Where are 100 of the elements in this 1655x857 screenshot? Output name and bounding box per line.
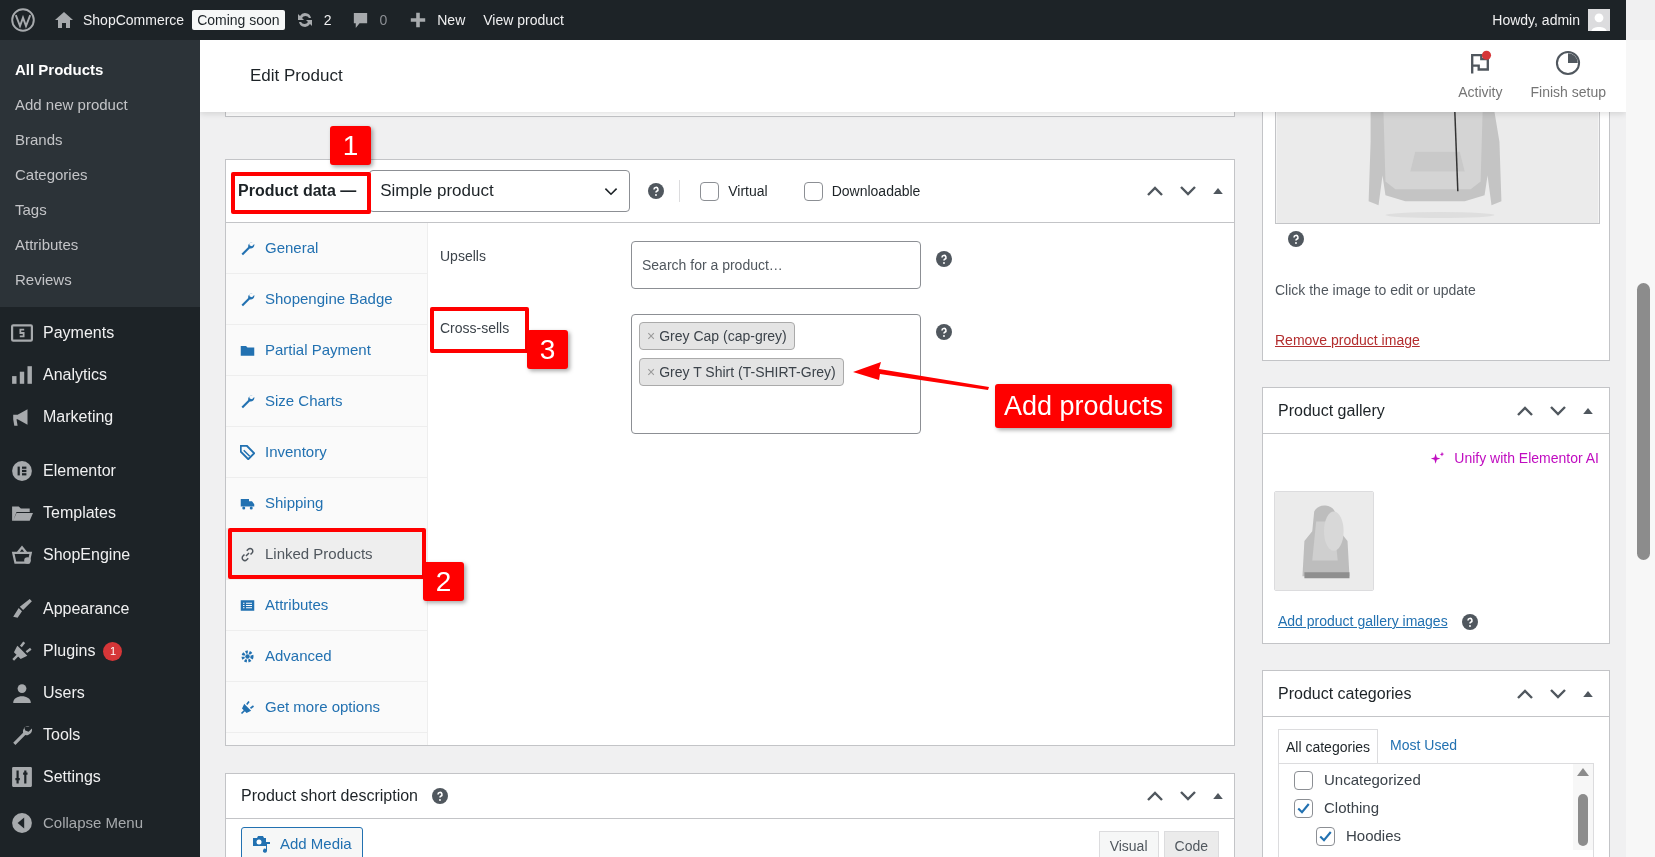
product-tag[interactable]: × Grey Cap (cap-grey) bbox=[639, 322, 795, 350]
collapse-icon bbox=[11, 812, 33, 834]
product-data-tab[interactable]: Advanced bbox=[226, 631, 427, 682]
bar-chart-icon bbox=[11, 364, 33, 386]
help-icon bbox=[936, 251, 952, 267]
checkbox[interactable] bbox=[1316, 826, 1335, 846]
updates-count: 2 bbox=[323, 10, 332, 30]
wrench-icon bbox=[240, 240, 255, 256]
product-data-tab[interactable]: General bbox=[226, 223, 427, 274]
category-label: Uncategorized bbox=[1324, 769, 1421, 790]
product-data-tab[interactable]: Inventory bbox=[226, 427, 427, 478]
add-gallery-images-link[interactable]: Add product gallery images bbox=[1278, 611, 1448, 632]
submenu-item[interactable]: Attributes bbox=[0, 227, 200, 262]
wrench-icon bbox=[240, 291, 255, 307]
help-icon bbox=[936, 324, 952, 340]
wordpress-logo-icon[interactable] bbox=[11, 8, 35, 32]
product-data-tab[interactable]: Size Charts bbox=[226, 376, 427, 427]
notification-badge: 1 bbox=[103, 641, 123, 661]
field-label: Upsells bbox=[440, 247, 487, 266]
plug-icon bbox=[240, 699, 255, 715]
submenu-item[interactable]: Reviews bbox=[0, 262, 200, 297]
tag-icon bbox=[240, 444, 255, 460]
menu-item[interactable]: Tools bbox=[0, 714, 200, 756]
search-field[interactable]: Search for a product… bbox=[631, 241, 921, 289]
new-link[interactable]: New bbox=[437, 9, 466, 31]
help-icon bbox=[648, 183, 665, 199]
product-data-tab[interactable]: Shipping bbox=[226, 478, 427, 529]
comments-count: 0 bbox=[379, 10, 388, 30]
sliders-icon bbox=[11, 766, 33, 788]
menu-item[interactable]: Appearance bbox=[0, 588, 200, 630]
coming-soon-badge: Coming soon bbox=[192, 10, 285, 30]
checkbox-label: Downloadable bbox=[831, 181, 921, 201]
add-media-button[interactable]: Add Media bbox=[241, 827, 363, 857]
step-number: 2 bbox=[423, 562, 464, 601]
step-number: 3 bbox=[527, 330, 568, 369]
gear-icon bbox=[240, 648, 255, 664]
checkbox[interactable] bbox=[1294, 770, 1313, 790]
help-icon bbox=[1288, 231, 1304, 247]
editor-tab[interactable]: Code bbox=[1163, 831, 1219, 857]
submenu-item[interactable]: Tags bbox=[0, 192, 200, 227]
submenu-item[interactable]: Brands bbox=[0, 122, 200, 157]
submenu-item[interactable]: All Products bbox=[0, 52, 200, 87]
scrollbar[interactable] bbox=[1573, 764, 1593, 850]
editor-tab[interactable]: Visual bbox=[1098, 831, 1159, 857]
elementor-ai-link[interactable]: Unify with Elementor AI bbox=[1263, 448, 1599, 469]
scrollbar[interactable] bbox=[1626, 40, 1655, 857]
brush-icon bbox=[11, 598, 33, 620]
site-name-link[interactable]: ShopCommerce bbox=[83, 9, 185, 31]
menu-item[interactable]: Plugins 1 bbox=[0, 630, 200, 672]
help-icon bbox=[1461, 613, 1478, 630]
category-label: Clothing bbox=[1324, 797, 1380, 818]
menu-item[interactable]: Analytics bbox=[0, 354, 200, 396]
payments-icon bbox=[11, 322, 33, 344]
header-action-button[interactable]: Finish setup bbox=[1530, 49, 1606, 103]
checkbox[interactable] bbox=[1294, 798, 1313, 818]
link-icon bbox=[240, 546, 255, 562]
menu-item[interactable]: Elementor bbox=[0, 450, 200, 492]
submenu-item[interactable]: Categories bbox=[0, 157, 200, 192]
checkbox-label: Virtual bbox=[728, 181, 768, 201]
checkbox[interactable] bbox=[803, 181, 823, 201]
list-icon bbox=[240, 597, 255, 613]
hint-text: Click the image to edit or update bbox=[1275, 281, 1477, 300]
menu-item[interactable]: ShopEngine bbox=[0, 534, 200, 576]
plus-icon[interactable] bbox=[409, 11, 428, 29]
category-label: Hoodies bbox=[1346, 825, 1402, 846]
menu-item[interactable]: Settings bbox=[0, 756, 200, 798]
section-title: Product categories bbox=[1278, 683, 1412, 704]
field-label: Cross-sells bbox=[440, 319, 511, 338]
view-product-link[interactable]: View product bbox=[483, 9, 564, 31]
menu-item[interactable]: Users bbox=[0, 672, 200, 714]
plug-icon bbox=[11, 640, 33, 662]
tags-field[interactable]: × Grey Cap (cap-grey) × Grey T Shirt (T-SHIRT-Grey) bbox=[631, 314, 921, 434]
header-action-button[interactable]: Activity bbox=[1458, 49, 1503, 103]
elementor-icon bbox=[11, 460, 33, 482]
product-data-tab[interactable]: Partial Payment bbox=[226, 325, 427, 376]
menu-item[interactable]: Payments bbox=[0, 312, 200, 354]
help-icon bbox=[432, 788, 448, 804]
section-title: Product data — bbox=[238, 181, 357, 201]
submenu-item[interactable]: Add new product bbox=[0, 87, 200, 122]
home-icon[interactable] bbox=[54, 10, 74, 30]
menu-item[interactable]: Templates bbox=[0, 492, 200, 534]
checkbox[interactable] bbox=[700, 181, 720, 201]
product-tag[interactable]: × Grey T Shirt (T-SHIRT-Grey) bbox=[639, 358, 844, 386]
product-data-tab[interactable]: Shopengine Badge bbox=[226, 274, 427, 325]
category-tab[interactable]: All categories bbox=[1278, 729, 1379, 764]
remove-image-link[interactable]: Remove product image bbox=[1275, 330, 1420, 351]
media-icon bbox=[252, 834, 272, 854]
section-title: Product short description bbox=[241, 786, 418, 806]
wrench-icon bbox=[11, 724, 33, 746]
greeting-link[interactable]: Howdy, admin bbox=[1492, 9, 1580, 31]
wrench-icon bbox=[240, 393, 255, 409]
callout-label: Add products bbox=[995, 384, 1173, 428]
page-title: Edit Product bbox=[250, 65, 343, 88]
menu-item[interactable]: Marketing bbox=[0, 396, 200, 438]
category-tab[interactable]: Most Used bbox=[1378, 728, 1469, 763]
product-data-tab[interactable]: Get more options bbox=[226, 682, 427, 733]
step-number: 1 bbox=[330, 126, 371, 165]
collapse-menu-button[interactable]: Collapse Menu bbox=[0, 802, 200, 844]
section-title: Product gallery bbox=[1278, 400, 1385, 421]
user-icon bbox=[11, 682, 33, 704]
